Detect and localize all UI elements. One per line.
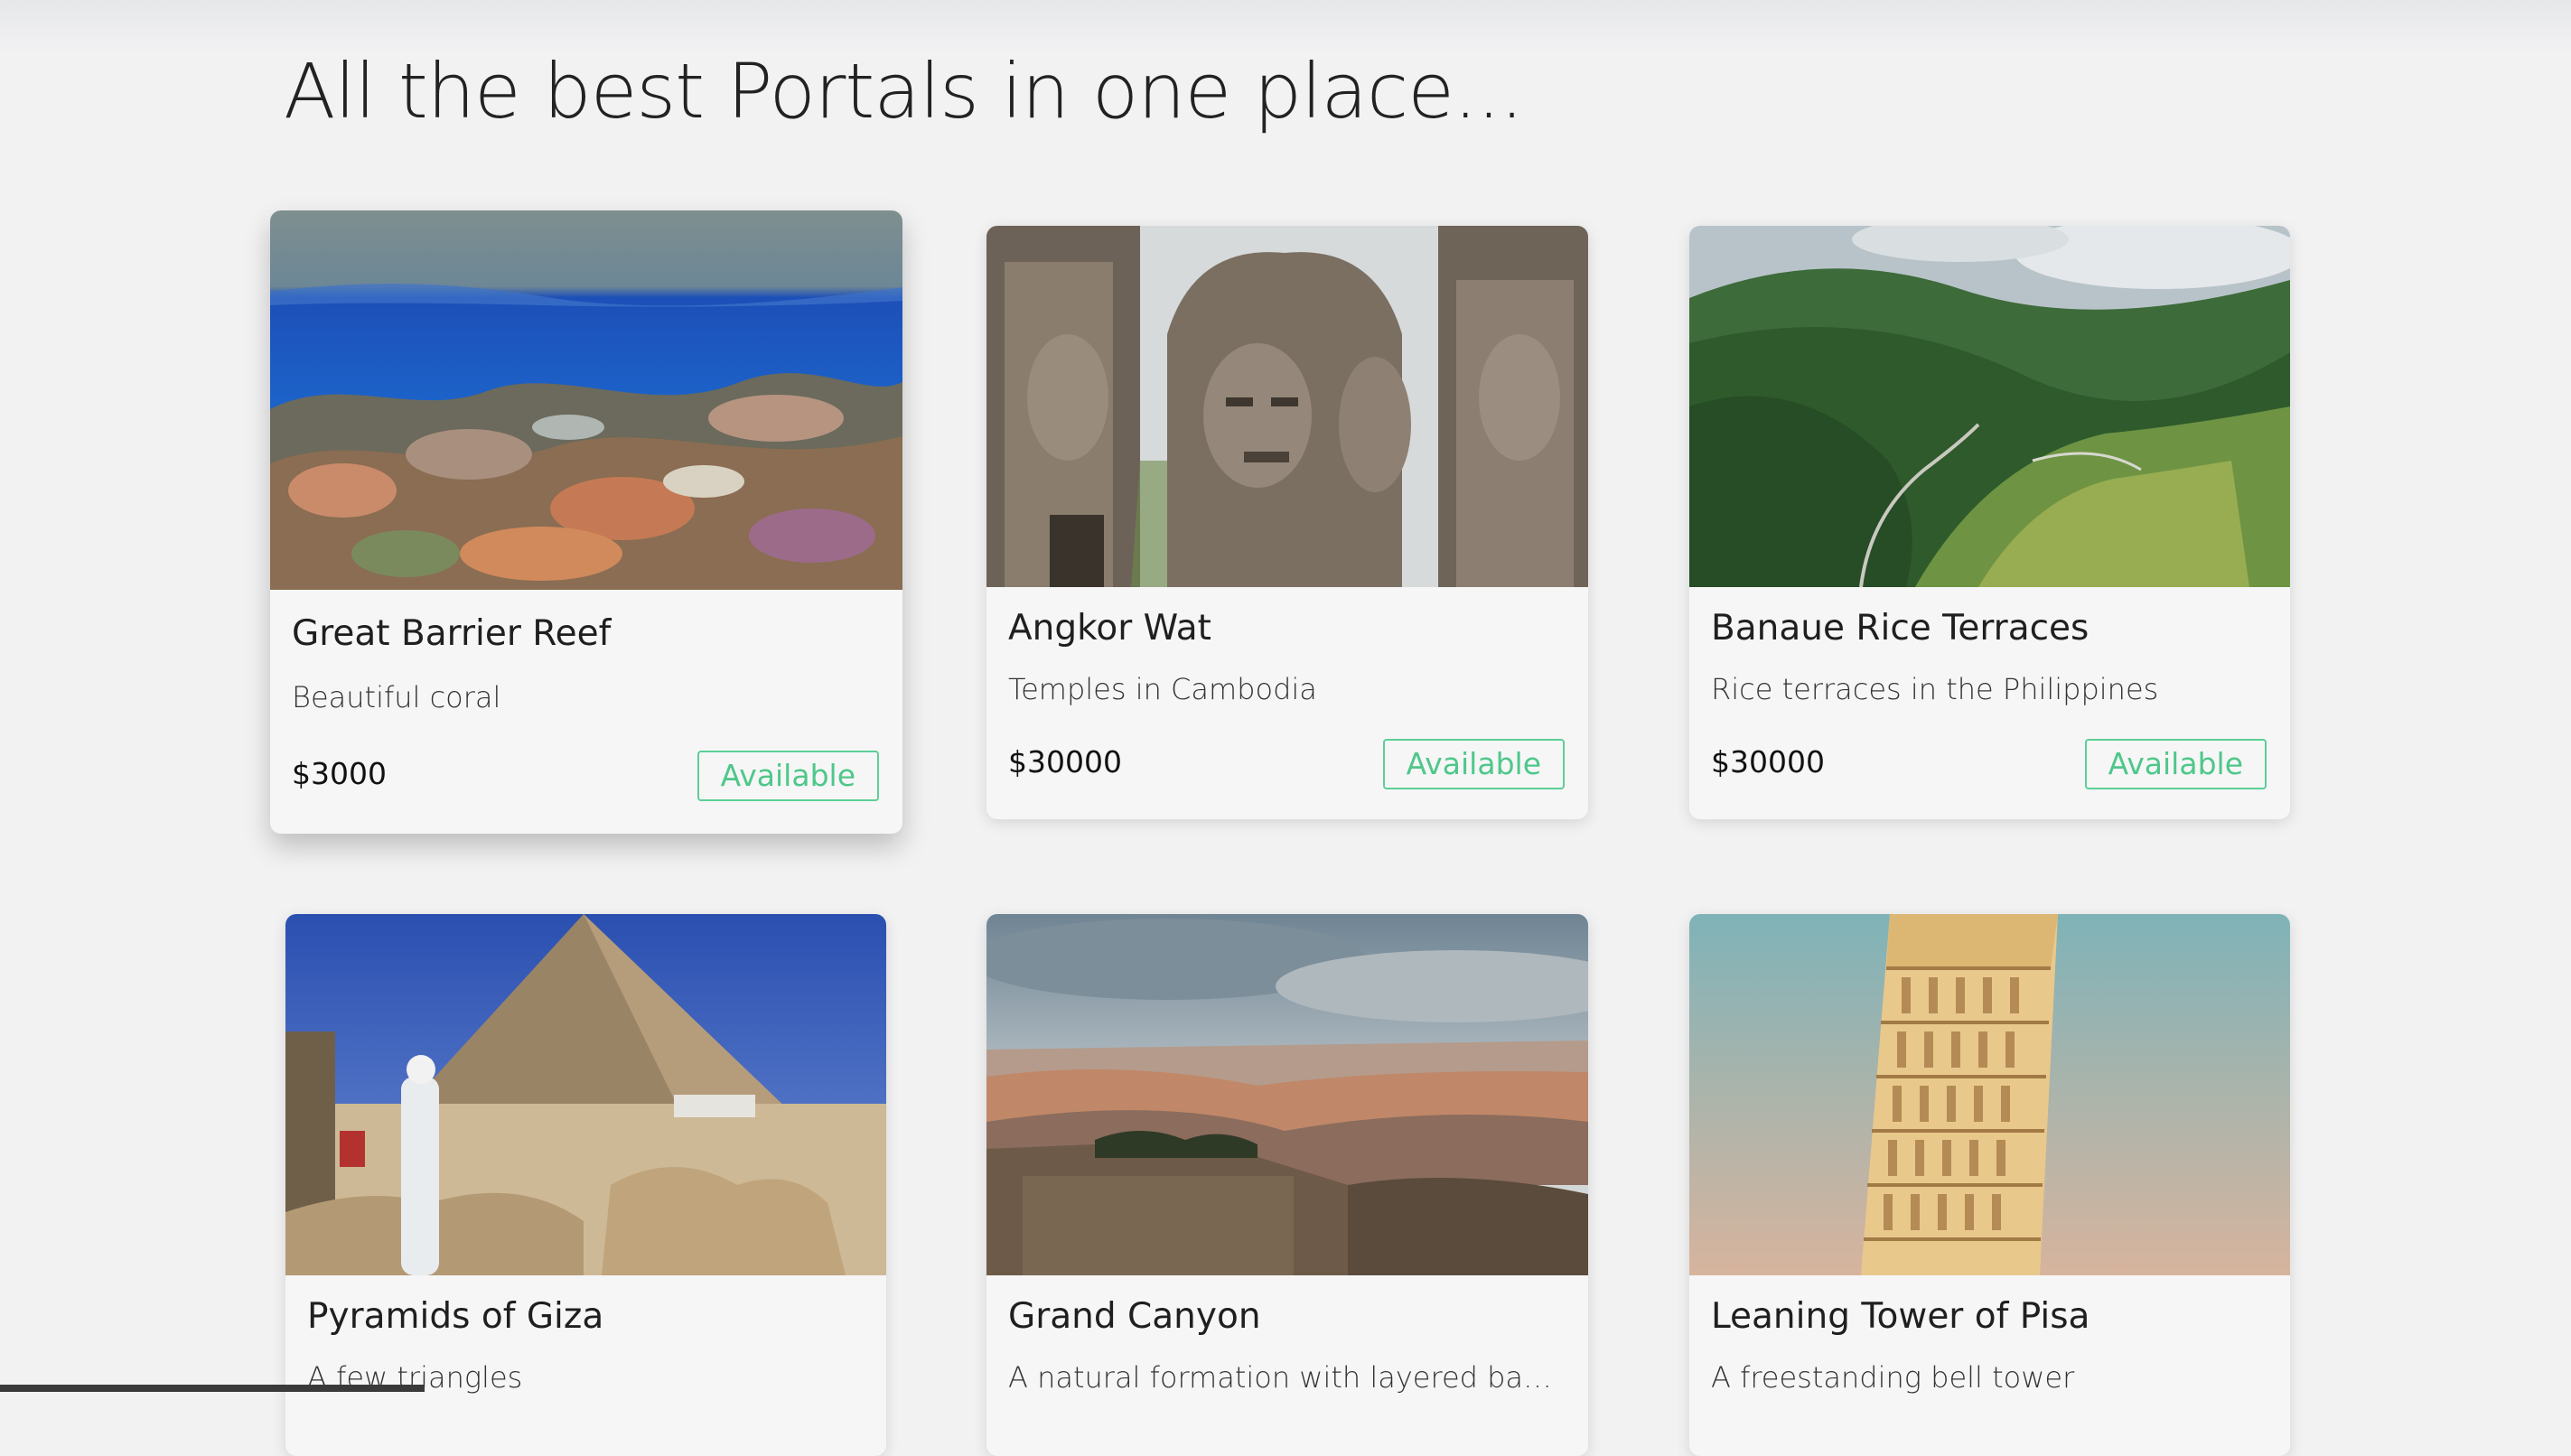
card-description: A natural formation with layered bands o… xyxy=(1008,1360,1566,1395)
card-title: Grand Canyon xyxy=(1008,1296,1261,1337)
top-shadow xyxy=(0,0,2571,54)
available-button[interactable]: Available xyxy=(1383,739,1565,789)
horizontal-scrollbar[interactable] xyxy=(0,1385,425,1392)
coral-reef-image xyxy=(270,210,902,590)
available-button[interactable]: Available xyxy=(697,751,879,801)
card-description: Beautiful coral xyxy=(292,680,881,714)
canyon-image xyxy=(986,914,1588,1275)
page-title: All the best Portals in one place... xyxy=(284,47,1523,135)
card-title: Angkor Wat xyxy=(1008,608,1211,649)
card-description: Rice terraces in the Philippines xyxy=(1711,672,2268,706)
card-description: Temples in Cambodia xyxy=(1008,672,1566,706)
portal-card-banaue-rice-terraces[interactable]: Banaue Rice Terraces Rice terraces in th… xyxy=(1689,226,2290,819)
card-title: Pyramids of Giza xyxy=(307,1296,603,1337)
green-valley-image xyxy=(1689,226,2290,587)
portal-card-leaning-tower-of-pisa[interactable]: Leaning Tower of Pisa A freestanding bel… xyxy=(1689,914,2290,1456)
card-price: $30000 xyxy=(1711,744,1825,779)
portal-card-grand-canyon[interactable]: Grand Canyon A natural formation with la… xyxy=(986,914,1588,1456)
card-title: Leaning Tower of Pisa xyxy=(1711,1296,2090,1337)
card-description: A freestanding bell tower xyxy=(1711,1360,2268,1395)
portal-card-angkor-wat[interactable]: Angkor Wat Temples in Cambodia $30000 Av… xyxy=(986,226,1588,819)
pyramid-image xyxy=(285,914,886,1275)
temple-faces-image xyxy=(986,226,1588,587)
portal-card-great-barrier-reef[interactable]: Great Barrier Reef Beautiful coral $3000… xyxy=(270,210,902,834)
leaning-tower-image xyxy=(1689,914,2290,1275)
portal-card-pyramids-of-giza[interactable]: Pyramids of Giza A few triangles xyxy=(285,914,886,1456)
available-button[interactable]: Available xyxy=(2085,739,2267,789)
card-price: $30000 xyxy=(1008,744,1122,779)
card-title: Great Barrier Reef xyxy=(292,613,611,654)
card-price: $3000 xyxy=(292,756,387,791)
card-title: Banaue Rice Terraces xyxy=(1711,608,2089,649)
